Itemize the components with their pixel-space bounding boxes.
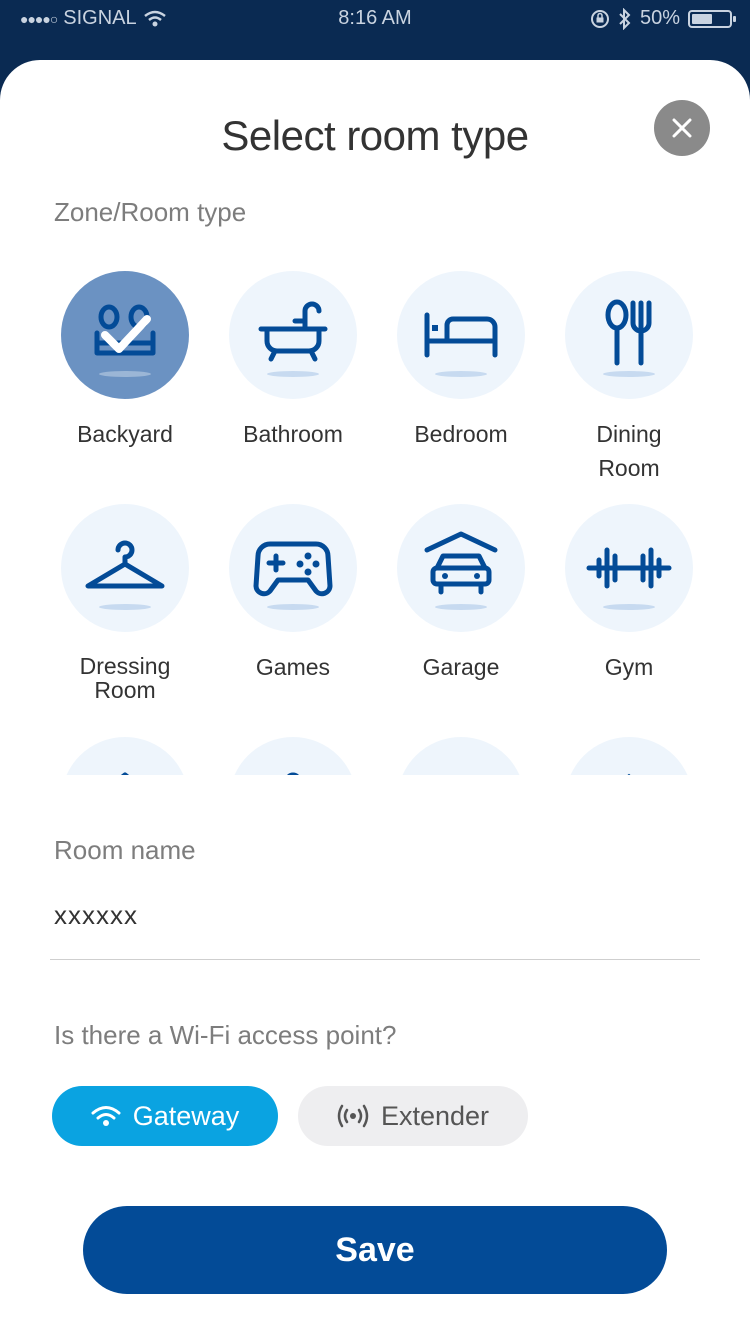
save-button[interactable]: Save <box>83 1206 667 1294</box>
bathtub-icon <box>258 301 328 362</box>
battery-icon <box>688 9 736 28</box>
orientation-lock-icon <box>590 9 609 28</box>
room-option-backyard[interactable]: Backyard <box>41 271 209 451</box>
room-name-label: Room name <box>54 835 196 865</box>
room-option-gym[interactable]: Gym <box>545 504 713 684</box>
room-option-partial[interactable] <box>377 737 545 775</box>
room-option-dressing-room[interactable]: Dressing Room <box>41 504 209 702</box>
room-option-partial[interactable] <box>545 737 713 775</box>
extender-option-button[interactable]: Extender <box>298 1086 528 1146</box>
bluetooth-icon <box>619 7 631 30</box>
close-button[interactable] <box>654 100 710 156</box>
extender-label: Extender <box>380 1100 490 1131</box>
close-icon <box>672 118 692 138</box>
hanger-icon <box>85 540 165 589</box>
room-label: Bathroom <box>243 421 343 447</box>
room-option-garage[interactable]: Garage <box>377 504 545 684</box>
wifi-question-label: Is there a Wi-Fi access point? <box>54 1020 397 1050</box>
backyard-icon <box>94 304 156 356</box>
battery-percent: 50% <box>639 7 680 29</box>
plant-icon <box>286 772 300 775</box>
room-name-input[interactable]: xxxxxx <box>54 900 138 931</box>
bed-icon <box>424 312 498 358</box>
modal-title: Select room type <box>221 112 529 159</box>
cutlery-icon <box>605 299 652 366</box>
room-label: Dining Room <box>596 421 662 481</box>
wifi-icon <box>91 1106 121 1126</box>
room-label: Gym <box>604 654 654 680</box>
room-type-modal: Select room type Zone/Room type Backyard… <box>0 60 750 1334</box>
gateway-label: Gateway <box>132 1100 240 1131</box>
signal-broadcast-icon <box>337 1104 369 1128</box>
car-garage-icon <box>424 531 498 595</box>
room-option-games[interactable]: Games <box>209 504 377 684</box>
gateway-option-button[interactable]: Gateway <box>52 1086 278 1146</box>
zone-room-type-label: Zone/Room type <box>54 197 247 227</box>
screen-icon <box>421 761 501 775</box>
room-option-dining-room[interactable]: Dining Room <box>545 271 713 485</box>
room-name-underline <box>50 959 700 960</box>
room-option-partial[interactable] <box>41 737 209 775</box>
room-label: Garage <box>422 654 500 680</box>
room-option-bedroom[interactable]: Bedroom <box>377 271 545 451</box>
dumbbell-icon <box>586 547 672 589</box>
roof-icon <box>627 773 631 775</box>
room-label: Bedroom <box>414 421 508 447</box>
status-bar: ●●●●○ SIGNAL 8:16 AM 50% <box>0 0 750 40</box>
house-icon <box>120 772 130 775</box>
room-label: Dressing Room <box>79 653 171 703</box>
room-label: Backyard <box>77 421 173 447</box>
room-type-grid[interactable]: Backyard Bathroom Bedroom Dining Room Dr… <box>0 260 750 775</box>
room-label: Games <box>255 654 331 680</box>
gamepad-icon <box>253 541 333 597</box>
room-option-bathroom[interactable]: Bathroom <box>209 271 377 451</box>
room-option-partial[interactable] <box>209 737 377 775</box>
